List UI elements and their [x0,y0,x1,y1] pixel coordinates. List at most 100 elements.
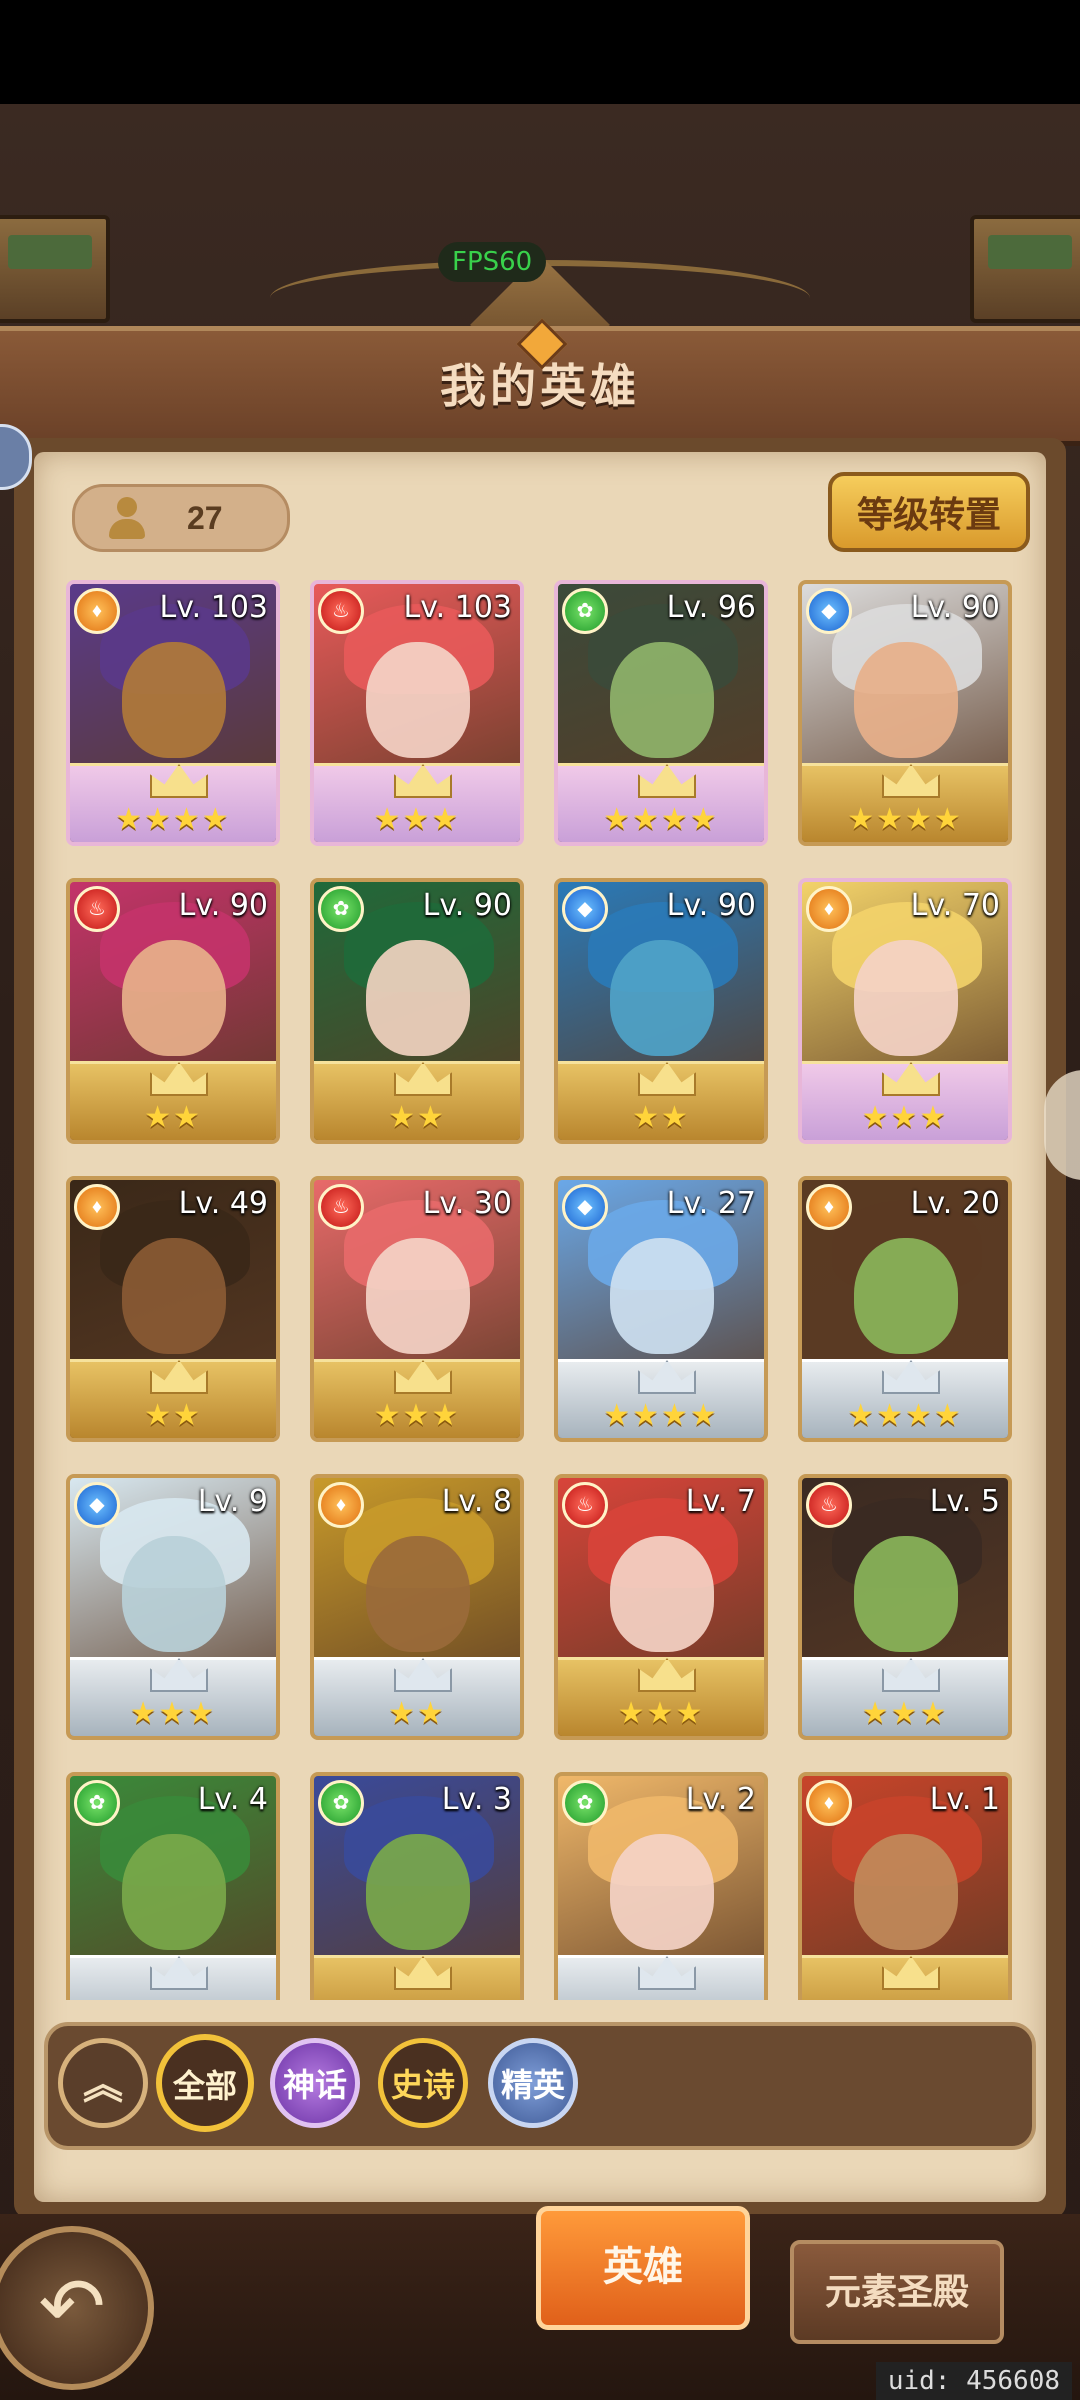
star-rating: ★★★★ [115,803,231,836]
wind-element-icon: ✿ [318,1780,364,1826]
earth-element-icon: ♦ [74,1184,120,1230]
fire-element-icon: ♨ [318,588,364,634]
fire-element-icon: ♨ [562,1482,608,1528]
star-rating: ★★★★ [847,803,963,836]
star-rating: ★★★ [373,803,461,836]
person-icon [107,497,147,541]
hero-card[interactable]: ★★ ◆ Lv. 90 [554,878,768,1144]
star-rating: ★★★★ [603,1399,719,1432]
hero-grid: ★★★★ ♦ Lv. 103 ★★★ ♨ Lv. 103 ★★★★ ✿ Lv. 96 ★★★★ ◆ L… [66,580,1014,2000]
water-element-icon: ◆ [74,1482,120,1528]
hero-card[interactable]: ✿ Lv. 2 [554,1772,768,2000]
hero-level: Lv. 49 [178,1186,268,1221]
hero-level: Lv. 4 [197,1782,268,1817]
hero-face [610,1536,714,1652]
water-element-icon: ◆ [562,886,608,932]
hero-face [366,1834,470,1950]
hero-level: Lv. 90 [178,888,268,923]
hero-face [366,642,470,758]
hero-card[interactable]: ★★★ ♨ Lv. 5 [798,1474,1012,1740]
hero-card[interactable]: ★★★★ ♦ Lv. 20 [798,1176,1012,1442]
hero-card[interactable]: ★★★ ♨ Lv. 30 [310,1176,524,1442]
hero-face [366,940,470,1056]
hero-level: Lv. 27 [666,1186,756,1221]
fire-element-icon: ♨ [74,886,120,932]
hero-level: Lv. 70 [910,888,1000,923]
right-pillar-decoration [970,215,1080,323]
hero-card[interactable]: ★★★★ ✿ Lv. 96 [554,580,768,846]
hero-card[interactable]: ★★ ✿ Lv. 90 [310,878,524,1144]
hero-card[interactable]: ★★★ ♦ Lv. 70 [798,878,1012,1144]
tab-element-temple[interactable]: 元素圣殿 [790,2240,1004,2344]
star-rating: ★★ [388,1697,446,1730]
star-rating: ★★ [632,1101,690,1134]
hero-face [854,1834,958,1950]
hero-level: Lv. 96 [666,590,756,625]
hero-level: Lv. 9 [197,1484,268,1519]
tab-hero[interactable]: 英雄 [536,2206,750,2330]
hero-level: Lv. 7 [685,1484,756,1519]
level-reset-button[interactable]: 等级转置 [828,472,1030,552]
hero-face [610,940,714,1056]
hero-face [366,1238,470,1354]
hero-card[interactable]: ✿ Lv. 3 [310,1772,524,2000]
star-rating: ★★★ [861,1697,949,1730]
hero-level: Lv. 3 [441,1782,512,1817]
left-pillar-decoration [0,215,110,323]
fire-element-icon: ♨ [318,1184,364,1230]
hero-card[interactable]: ★★ ♦ Lv. 8 [310,1474,524,1740]
filter-epic-button[interactable]: 史诗 [378,2038,468,2128]
hero-card[interactable]: ★★★★ ◆ Lv. 90 [798,580,1012,846]
hero-card[interactable]: ★★★ ◆ Lv. 9 [66,1474,280,1740]
status-bar [0,0,1080,104]
star-rating: ★★ [388,1101,446,1134]
hero-level: Lv. 1 [929,1782,1000,1817]
hero-face [122,1238,226,1354]
hero-card[interactable]: ♦ Lv. 1 [798,1772,1012,2000]
hero-level: Lv. 90 [666,888,756,923]
hero-count-badge: 27 [72,484,290,552]
filter-elite-button[interactable]: 精英 [488,2038,578,2128]
hero-card[interactable]: ★★ ♦ Lv. 49 [66,1176,280,1442]
hero-level: Lv. 103 [403,590,512,625]
hero-level: Lv. 90 [910,590,1000,625]
hero-card[interactable]: ★★★ ♨ Lv. 7 [554,1474,768,1740]
star-rating: ★★★ [617,1697,705,1730]
wind-element-icon: ✿ [318,886,364,932]
collapse-up-button[interactable]: ︽ [58,2038,148,2128]
hero-face [122,940,226,1056]
earth-element-icon: ♦ [74,588,120,634]
earth-element-icon: ♦ [806,1780,852,1826]
earth-element-icon: ♦ [318,1482,364,1528]
water-element-icon: ◆ [806,588,852,634]
hero-level: Lv. 2 [685,1782,756,1817]
hero-face [854,642,958,758]
hero-level: Lv. 20 [910,1186,1000,1221]
wind-element-icon: ✿ [562,588,608,634]
earth-element-icon: ♦ [806,1184,852,1230]
fire-element-icon: ♨ [806,1482,852,1528]
hero-face [122,642,226,758]
hero-face [610,1834,714,1950]
hero-face [122,1536,226,1652]
hero-card[interactable]: ★★★ ♨ Lv. 103 [310,580,524,846]
hero-face [854,1536,958,1652]
filter-all-button[interactable]: 全部 [156,2034,254,2132]
star-rating: ★★ [144,1101,202,1134]
hero-card[interactable]: ★★★★ ♦ Lv. 103 [66,580,280,846]
hero-face [854,1238,958,1354]
hero-card[interactable]: ★★★★ ◆ Lv. 27 [554,1176,768,1442]
hero-level: Lv. 90 [422,888,512,923]
hero-card[interactable]: ✿ Lv. 4 [66,1772,280,2000]
star-rating: ★★★ [373,1399,461,1432]
hero-card[interactable]: ★★ ♨ Lv. 90 [66,878,280,1144]
hero-level: Lv. 103 [159,590,268,625]
hero-face [122,1834,226,1950]
hero-face [610,1238,714,1354]
hero-level: Lv. 5 [929,1484,1000,1519]
star-rating: ★★ [144,1399,202,1432]
filter-myth-button[interactable]: 神话 [270,2038,360,2128]
hero-face [854,940,958,1056]
hero-face [366,1536,470,1652]
earth-element-icon: ♦ [806,886,852,932]
